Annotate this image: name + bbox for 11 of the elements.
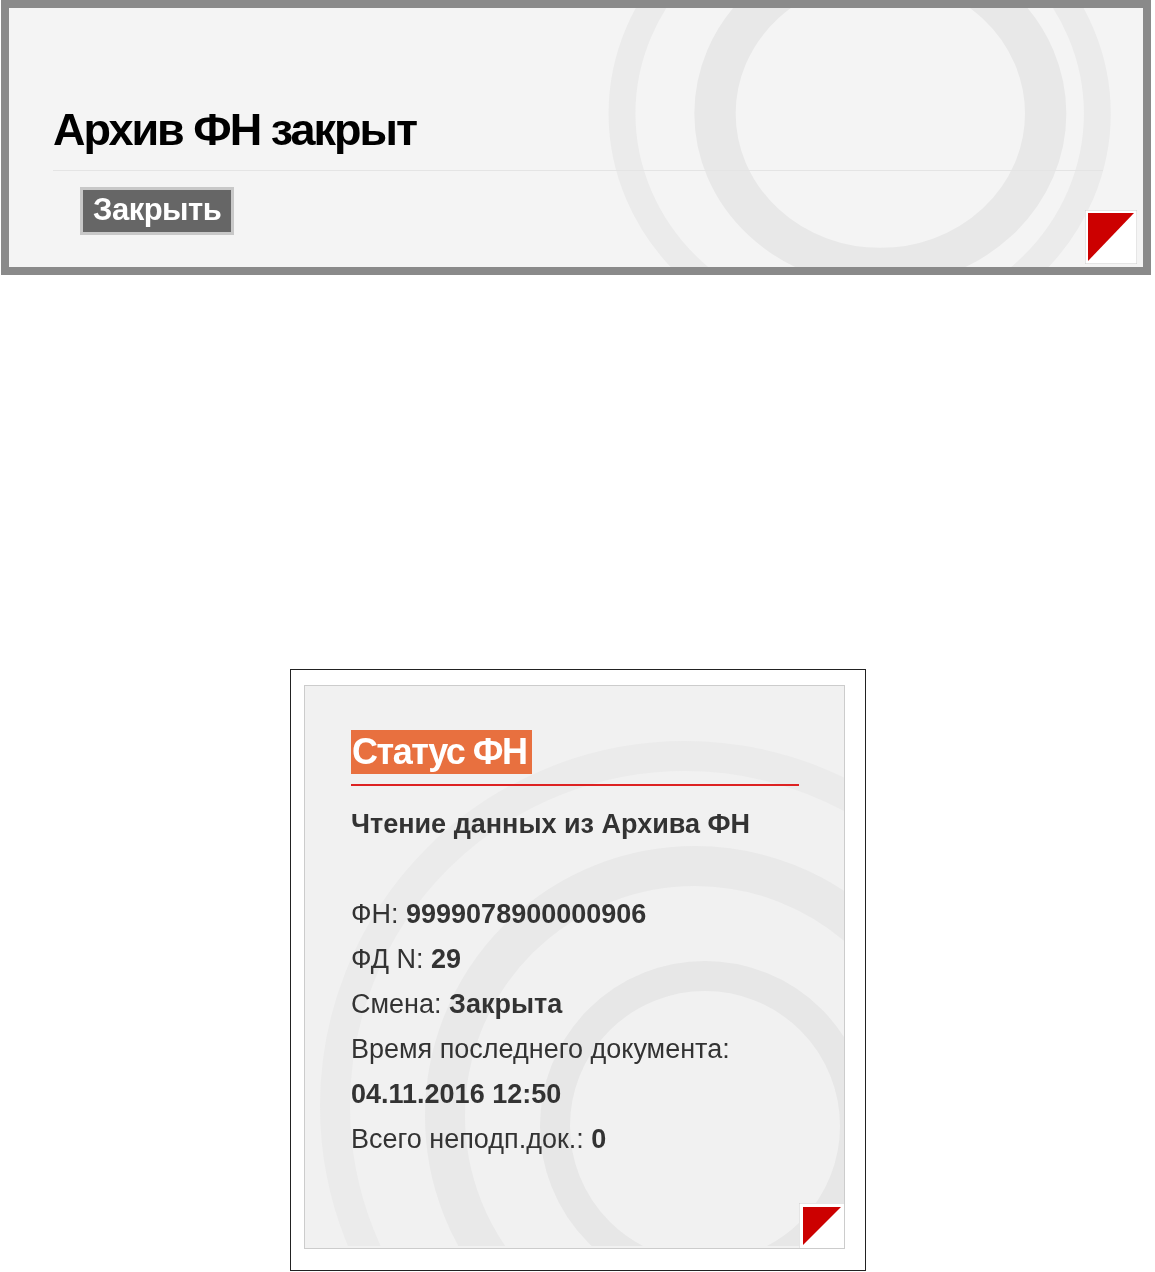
info-line: ФД N: 29 — [351, 943, 462, 976]
info-value: 04.11.2016 12:50 — [351, 1078, 563, 1111]
info-line: Смена: Закрыта — [351, 988, 564, 1021]
close-button[interactable]: Закрыть — [80, 187, 235, 235]
info-line: Всего неподп.док.: 0 — [351, 1123, 608, 1156]
card-subtitle: Чтение данных из Архива ФН — [351, 808, 752, 841]
dialog-title: Архив ФН закрыт — [52, 103, 416, 156]
info-line: Время последнего документа: — [351, 1033, 731, 1066]
card-heading: Статус ФН — [351, 730, 532, 774]
info-line: ФН: 9999078900000906 — [351, 898, 648, 931]
corner-fold-icon — [1085, 210, 1137, 264]
